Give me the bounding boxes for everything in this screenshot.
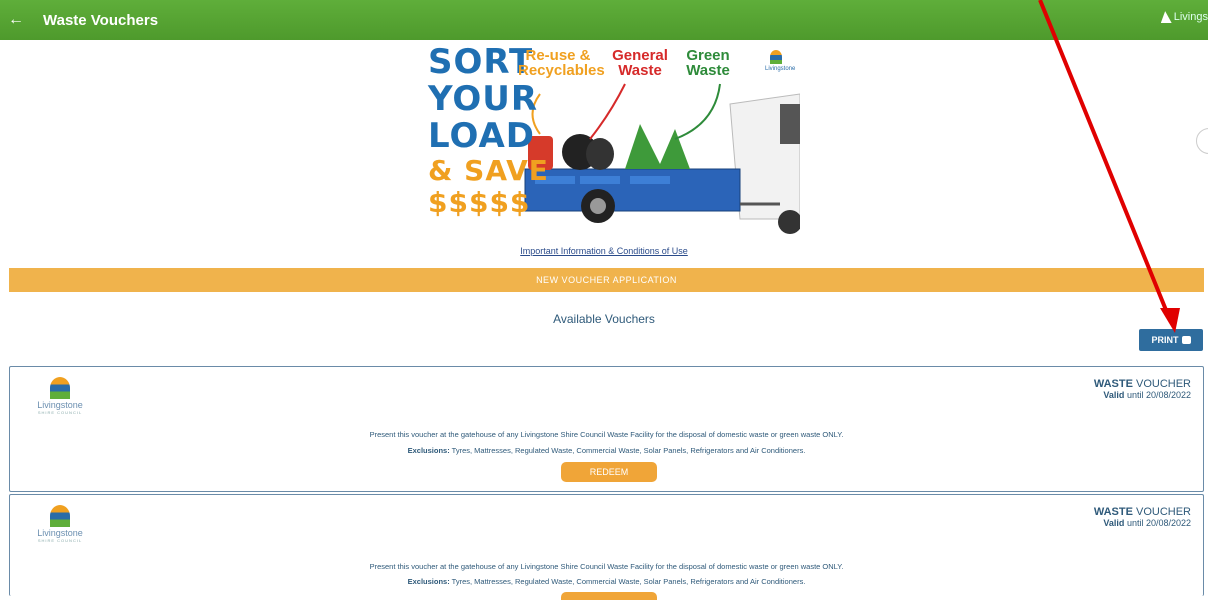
exclusions-text: Tyres, Mattresses, Regulated Waste, Comm… <box>449 446 806 455</box>
redeem-button[interactable] <box>561 592 657 600</box>
logo-mark-icon <box>50 377 70 399</box>
voucher-card: Livingstone SHIRE COUNCIL WASTE VOUCHER … <box>9 494 1204 600</box>
exclusions-label: Exclusions: <box>407 577 450 586</box>
available-vouchers-heading: Available Vouchers <box>553 312 655 326</box>
voucher-exclusions: Exclusions: Tyres, Mattresses, Regulated… <box>10 446 1203 455</box>
logo-mark-icon <box>1160 11 1172 24</box>
logo-mark-icon <box>50 505 70 527</box>
reuse-label: Re-use & Recyclables <box>518 47 605 79</box>
voucher-card: Livingstone SHIRE COUNCIL WASTE VOUCHER … <box>9 366 1204 492</box>
banner-logo: Livingstone <box>765 50 795 72</box>
voucher-type-bold: WASTE <box>1093 378 1133 390</box>
logo-name: Livingstone <box>37 400 83 410</box>
voucher-type-bold: WASTE <box>1093 506 1133 518</box>
print-label: PRINT <box>1151 335 1179 345</box>
banner-line: $$$$$ <box>428 186 531 219</box>
valid-date: until 20/08/2022 <box>1124 390 1191 400</box>
valid-date: until 20/08/2022 <box>1124 518 1191 528</box>
conditions-link[interactable]: Important Information & Conditions of Us… <box>0 246 1208 256</box>
print-button[interactable]: PRINT <box>1139 329 1203 351</box>
valid-label: Valid <box>1103 390 1125 400</box>
exclusions-label: Exclusions: <box>407 446 450 455</box>
logo-text: Livings <box>1173 11 1208 23</box>
voucher-header: WASTE VOUCHER Valid until 20/08/2022 <box>1094 506 1191 528</box>
logo-mark-icon <box>770 50 782 64</box>
voucher-type-rest: VOUCHER <box>1132 506 1191 518</box>
carousel-next-button[interactable] <box>1196 128 1208 154</box>
valid-label: Valid <box>1103 518 1125 528</box>
page-title: Waste Vouchers <box>43 12 159 29</box>
banner-line: LOAD <box>428 116 535 156</box>
exclusions-text: Tyres, Mattresses, Regulated Waste, Comm… <box>449 577 806 586</box>
general-waste-label: General Waste <box>612 47 668 79</box>
council-logo: Livings <box>1160 11 1208 24</box>
voucher-logo: Livingstone SHIRE COUNCIL <box>30 377 90 415</box>
printer-icon <box>1181 335 1191 344</box>
voucher-description: Present this voucher at the gatehouse of… <box>369 430 844 439</box>
voucher-type-rest: VOUCHER <box>1132 378 1191 390</box>
logo-name: Livingstone <box>37 528 83 538</box>
voucher-exclusions: Exclusions: Tyres, Mattresses, Regulated… <box>10 577 1203 586</box>
green-waste-label: Green Waste <box>686 47 730 79</box>
banner-logo-text: Livingstone <box>765 66 796 72</box>
back-arrow-icon[interactable]: ← <box>8 10 24 30</box>
sort-your-load-banner: SORT YOUR LOAD & SAVE $$$$$ Re-use & Rec… <box>420 44 800 234</box>
voucher-header: WASTE VOUCHER Valid until 20/08/2022 <box>1094 378 1191 400</box>
new-voucher-application-button[interactable]: NEW VOUCHER APPLICATION <box>9 268 1204 292</box>
logo-sub: SHIRE COUNCIL <box>37 538 83 543</box>
redeem-button[interactable]: REDEEM <box>561 462 657 482</box>
banner-line: YOUR <box>428 79 539 119</box>
voucher-logo: Livingstone SHIRE COUNCIL <box>30 505 90 543</box>
logo-sub: SHIRE COUNCIL <box>37 410 83 415</box>
banner-line: & SAVE <box>428 154 549 187</box>
voucher-description: Present this voucher at the gatehouse of… <box>369 562 844 571</box>
top-app-bar: ← Waste Vouchers Livings <box>0 0 1208 40</box>
